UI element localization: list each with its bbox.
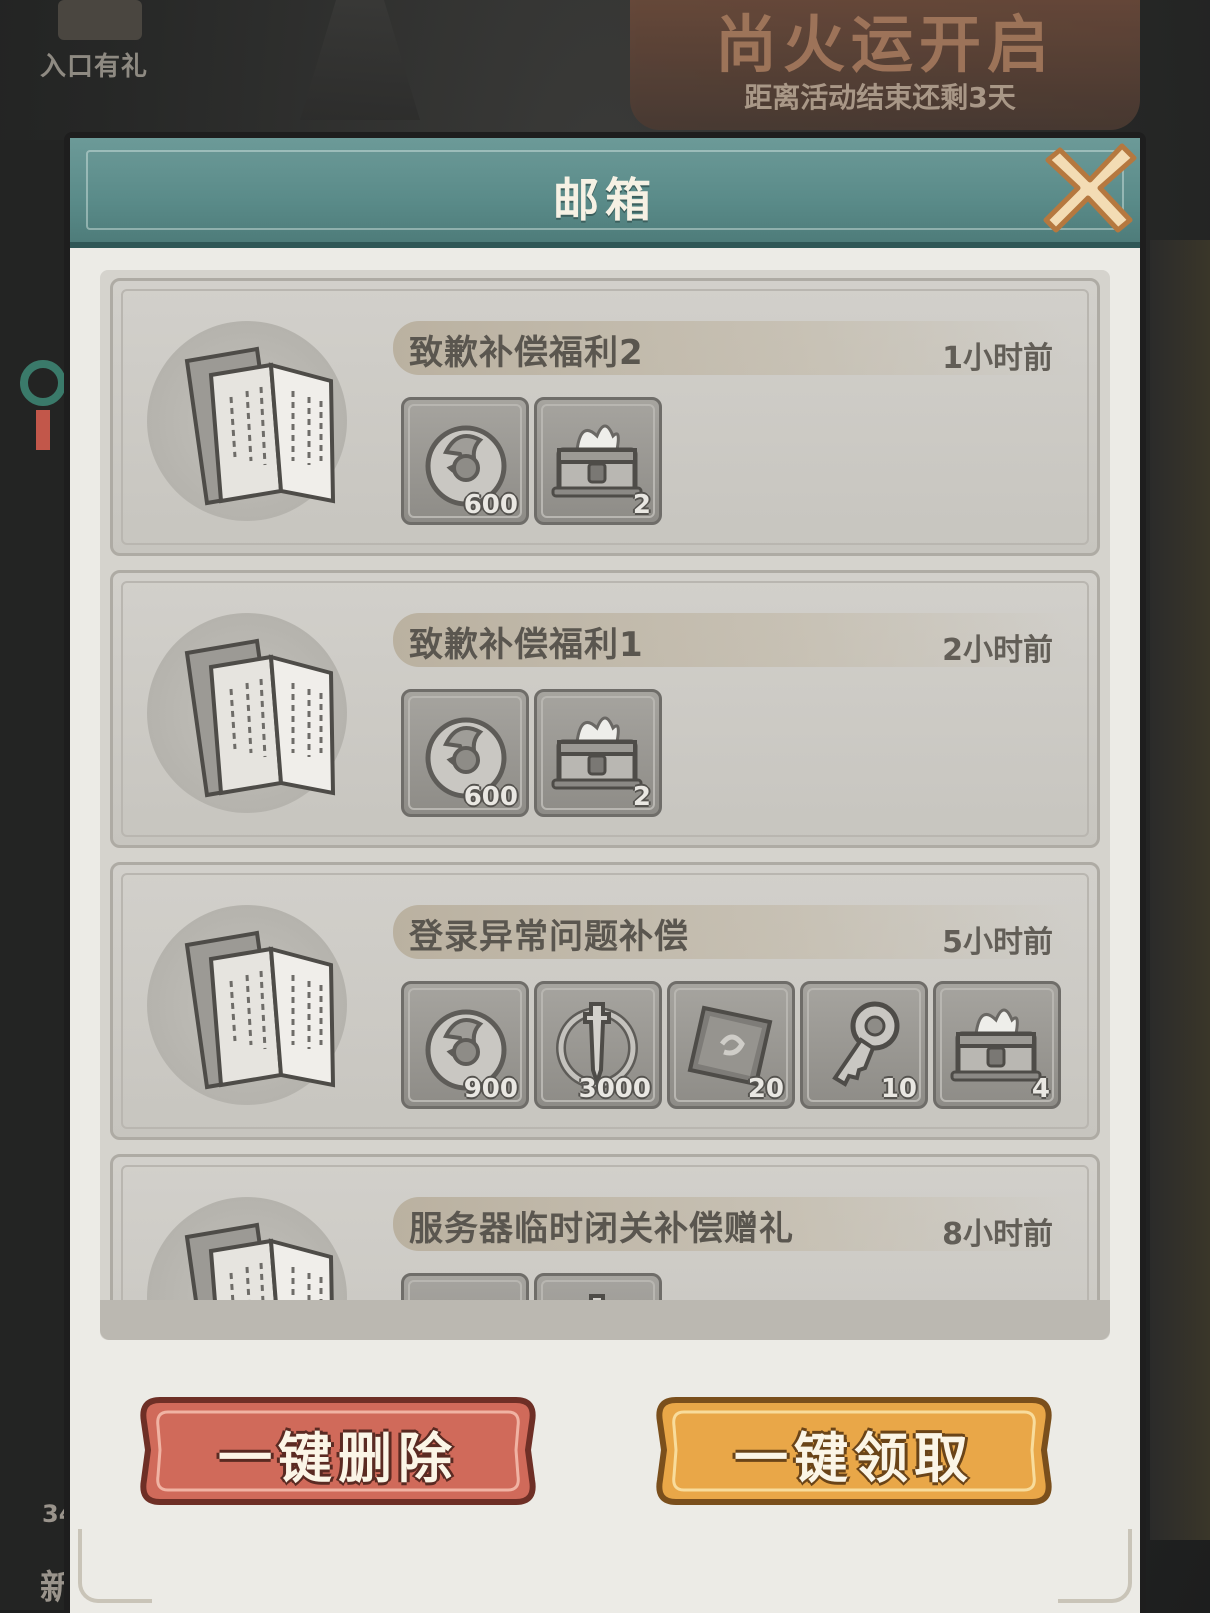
reward-slot[interactable]: 900 <box>401 981 529 1109</box>
reward-slot[interactable]: 20 <box>667 981 795 1109</box>
corner-ornament <box>78 1529 152 1603</box>
gift-box-icon <box>58 0 142 40</box>
reward-quantity: 900 <box>463 1074 518 1104</box>
mail-title: 服务器临时闭关补偿赠礼 <box>409 1209 794 1249</box>
reward-quantity: 20 <box>747 1074 784 1104</box>
reward-quantity: 2 <box>632 782 651 812</box>
mail-time: 2小时前 <box>942 633 1053 668</box>
reward-slot[interactable]: 3000 <box>534 981 662 1109</box>
mail-title: 致歉补偿福利1 <box>409 625 644 665</box>
mailbox-dialog: 邮箱 致歉补偿福利2 1小时前 600 2 致歉补偿福利1 2小时前 600 2 登录异常问题补… <box>64 132 1146 1613</box>
reward-slot[interactable]: 10 <box>800 981 928 1109</box>
mail-list-footer <box>100 1300 1110 1340</box>
event-banner-title: 尚火运开启 <box>714 8 1055 81</box>
claim-all-button[interactable]: 一键领取 <box>650 1386 1058 1516</box>
mail-letter-icon <box>147 613 357 813</box>
corner-ornament <box>1058 1529 1132 1603</box>
event-banner[interactable]: 尚火运开启 距离活动结束还剩3天 <box>630 0 1140 130</box>
reward-quantity: 2 <box>632 490 651 520</box>
right-side-panel <box>1150 240 1210 1540</box>
mail-title: 致歉补偿福利2 <box>409 333 644 373</box>
reward-quantity: 3000 <box>578 1074 651 1104</box>
mail-item[interactable]: 登录异常问题补偿 5小时前 900 3000 20 10 4 <box>110 862 1100 1140</box>
claim-all-label: 一键领取 <box>734 1427 974 1490</box>
reward-slot[interactable]: 2 <box>534 397 662 525</box>
mail-item[interactable]: 服务器临时闭关补偿赠礼 8小时前 <box>110 1154 1100 1302</box>
mail-title: 登录异常问题补偿 <box>409 917 689 957</box>
reward-slot[interactable]: 2 <box>534 689 662 817</box>
reward-quantity: 600 <box>463 782 518 812</box>
reward-quantity: 600 <box>463 490 518 520</box>
dialog-header: 邮箱 <box>70 138 1140 248</box>
reward-slot[interactable]: 600 <box>401 397 529 525</box>
mail-time: 5小时前 <box>942 925 1053 960</box>
reward-slot[interactable] <box>401 1273 529 1302</box>
delete-all-button[interactable]: 一键删除 <box>134 1386 542 1516</box>
mail-time: 1小时前 <box>942 341 1053 376</box>
reward-quantity: 10 <box>880 1074 917 1104</box>
entry-gift[interactable]: 入口有礼 <box>40 0 160 82</box>
mail-item[interactable]: 致歉补偿福利2 1小时前 600 2 <box>110 278 1100 556</box>
event-banner-subtitle: 距离活动结束还剩3天 <box>744 81 1016 114</box>
mail-time: 8小时前 <box>942 1217 1053 1252</box>
mail-letter-icon <box>147 1197 357 1302</box>
reward-slot[interactable]: 600 <box>401 689 529 817</box>
entry-gift-label: 入口有礼 <box>40 52 149 82</box>
close-button[interactable] <box>1042 136 1142 236</box>
reward-quantity: 4 <box>1031 1074 1050 1104</box>
mail-letter-icon <box>147 321 357 521</box>
close-x-icon <box>1043 143 1137 233</box>
mail-item[interactable]: 致歉补偿福利1 2小时前 600 2 <box>110 570 1100 848</box>
dialog-title: 邮箱 <box>553 173 657 227</box>
reward-slot[interactable]: 4 <box>933 981 1061 1109</box>
mail-letter-icon <box>147 905 357 1105</box>
reward-slot[interactable] <box>534 1273 662 1302</box>
mail-list: 致歉补偿福利2 1小时前 600 2 致歉补偿福利1 2小时前 600 2 登录异常问题补偿 5小… <box>100 270 1110 1302</box>
delete-all-label: 一键删除 <box>218 1427 458 1490</box>
mail-list-viewport[interactable]: 致歉补偿福利2 1小时前 600 2 致歉补偿福利1 2小时前 600 2 登录异常问题补偿 5小… <box>100 270 1110 1340</box>
